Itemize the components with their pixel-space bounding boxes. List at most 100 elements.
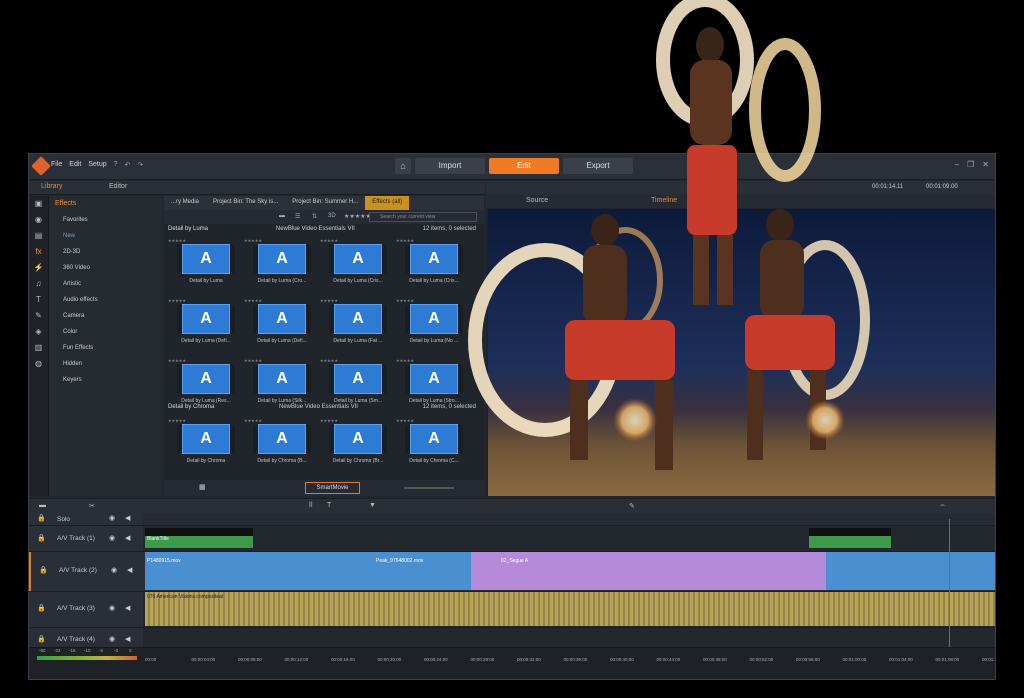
speaker-icon[interactable]: ◀	[127, 566, 132, 574]
lock-icon[interactable]: 🔒	[37, 604, 46, 612]
video-viewer[interactable]	[488, 209, 995, 496]
bin-tab[interactable]: Project Bin: Summer H...	[285, 196, 365, 210]
effect-thumbnail[interactable]: A	[329, 244, 387, 274]
marker-icon[interactable]: ▼	[369, 502, 376, 509]
tab-source[interactable]: Source	[526, 197, 548, 204]
rating-stars[interactable]: ★★★★★	[396, 418, 414, 423]
effect-thumbnail[interactable]: A	[253, 304, 311, 334]
bin-tab-active[interactable]: Effects (all)	[365, 196, 410, 210]
video-clip[interactable]: 02_Segue A	[471, 552, 826, 590]
tab-editor[interactable]: Editor	[109, 183, 127, 190]
effect-thumbnail[interactable]: A	[329, 424, 387, 454]
speaker-icon[interactable]: ◀	[125, 514, 130, 522]
eye-icon[interactable]: ◉	[109, 514, 115, 522]
effect-thumbnail[interactable]: A	[177, 304, 235, 334]
category-item[interactable]: New	[49, 228, 161, 244]
rating-stars[interactable]: ★★★★★	[396, 238, 414, 243]
speaker-icon[interactable]: ◀	[125, 534, 130, 542]
eye-icon[interactable]: ◉	[109, 534, 115, 542]
smartmovie-button[interactable]: SmartMovie	[305, 482, 360, 494]
razor-icon[interactable]: ✂	[89, 502, 95, 510]
playhead[interactable]	[949, 519, 950, 649]
rating-stars[interactable]: ★★★★★	[168, 418, 186, 423]
effect-thumbnail[interactable]: A	[177, 424, 235, 454]
tab-timeline[interactable]: Timeline	[651, 197, 677, 204]
effect-thumbnail[interactable]: A	[405, 304, 463, 334]
effects-icon[interactable]: fx	[29, 244, 48, 260]
video-clip[interactable]: P1480915.mov	[145, 552, 341, 590]
rating-stars[interactable]: ★★★★★	[244, 238, 262, 243]
effect-thumbnail[interactable]: A	[405, 244, 463, 274]
edit-button[interactable]: Edit	[489, 158, 559, 174]
lock-icon[interactable]: 🔒	[39, 566, 48, 574]
speaker-icon[interactable]: ◀	[125, 604, 130, 612]
list-view-icon[interactable]: ☰	[295, 213, 300, 220]
category-item[interactable]: Favorites	[49, 212, 161, 228]
folder-icon[interactable]: ▬	[279, 213, 285, 219]
effect-thumbnail[interactable]: A	[405, 364, 463, 394]
rating-stars[interactable]: ★★★★★	[320, 298, 338, 303]
category-item[interactable]: Keyers	[49, 372, 161, 388]
montage-icon[interactable]: ✎	[29, 308, 48, 324]
rating-stars[interactable]: ★★★★★	[396, 358, 414, 363]
project-icon[interactable]: ▤	[29, 228, 48, 244]
eye-icon[interactable]: ◉	[109, 635, 115, 643]
category-item[interactable]: 360 Video	[49, 260, 161, 276]
disc-icon[interactable]: ◉	[29, 212, 48, 228]
help-icon[interactable]: ?	[114, 161, 118, 169]
sort-icon[interactable]: ⇅	[312, 213, 317, 220]
media-icon[interactable]: ▣	[29, 196, 48, 212]
timeline-settings-icon[interactable]: ▬	[39, 502, 46, 509]
rating-stars[interactable]: ★★★★★	[244, 358, 262, 363]
rating-stars[interactable]: ★★★★★	[168, 238, 186, 243]
category-item[interactable]: Hidden	[49, 356, 161, 372]
video-clip[interactable]	[826, 552, 995, 590]
lock-icon[interactable]: 🔒	[37, 514, 46, 522]
scissors-icon[interactable]: ✎	[629, 502, 635, 510]
effect-thumbnail[interactable]: A	[253, 244, 311, 274]
bin-tab[interactable]: ...ry Media	[164, 196, 206, 210]
menu-template-icon[interactable]: ▥	[29, 340, 48, 356]
export-button[interactable]: Export	[563, 158, 633, 174]
sound-icon[interactable]: ◍	[29, 356, 48, 372]
menu-setup[interactable]: Setup	[88, 161, 106, 169]
effect-thumbnail[interactable]: A	[177, 364, 235, 394]
transition-icon[interactable]: ⚡	[29, 260, 48, 276]
home-button[interactable]: ⌂	[395, 158, 411, 174]
redo-icon[interactable]: ↷	[137, 161, 143, 169]
tab-library[interactable]: Library	[41, 183, 62, 190]
close-icon[interactable]: ✕	[982, 160, 989, 169]
effect-thumbnail[interactable]: A	[177, 244, 235, 274]
rating-stars[interactable]: ★★★★★	[320, 418, 338, 423]
menu-edit[interactable]: Edit	[69, 161, 81, 169]
title-icon[interactable]: T	[29, 292, 48, 308]
menu-file[interactable]: File	[51, 161, 62, 169]
audio-icon[interactable]: ♫	[29, 276, 48, 292]
effect-thumbnail[interactable]: A	[405, 424, 463, 454]
rating-stars[interactable]: ★★★★★	[244, 298, 262, 303]
color-icon[interactable]: ◈	[29, 324, 48, 340]
rating-filter-icon[interactable]: ★★★★★	[344, 213, 371, 220]
import-button[interactable]: Import	[415, 158, 485, 174]
title-clip[interactable]: BlankTitle	[145, 528, 253, 548]
category-item[interactable]: Color	[49, 324, 161, 340]
3d-filter-icon[interactable]: 3D	[328, 213, 336, 219]
lock-icon[interactable]: 🔒	[37, 534, 46, 542]
video-clip[interactable]: Peak_97648002.mov	[341, 552, 471, 590]
category-item[interactable]: Artistic	[49, 276, 161, 292]
category-item[interactable]: 2D-3D	[49, 244, 161, 260]
eye-icon[interactable]: ◉	[109, 604, 115, 612]
title-tool-icon[interactable]: T	[327, 502, 331, 509]
eye-icon[interactable]: ◉	[111, 566, 117, 574]
restore-icon[interactable]: ❐	[967, 160, 974, 169]
trim-icon[interactable]: ⇔	[939, 502, 946, 509]
effect-thumbnail[interactable]: A	[329, 304, 387, 334]
undo-icon[interactable]: ↶	[125, 161, 131, 169]
lock-icon[interactable]: 🔒	[37, 635, 46, 643]
grid-size-icon[interactable]: ▦	[199, 483, 206, 491]
effect-thumbnail[interactable]: A	[329, 364, 387, 394]
rating-stars[interactable]: ★★★★★	[168, 358, 186, 363]
effect-thumbnail[interactable]: A	[253, 364, 311, 394]
effect-thumbnail[interactable]: A	[253, 424, 311, 454]
rating-stars[interactable]: ★★★★★	[320, 358, 338, 363]
